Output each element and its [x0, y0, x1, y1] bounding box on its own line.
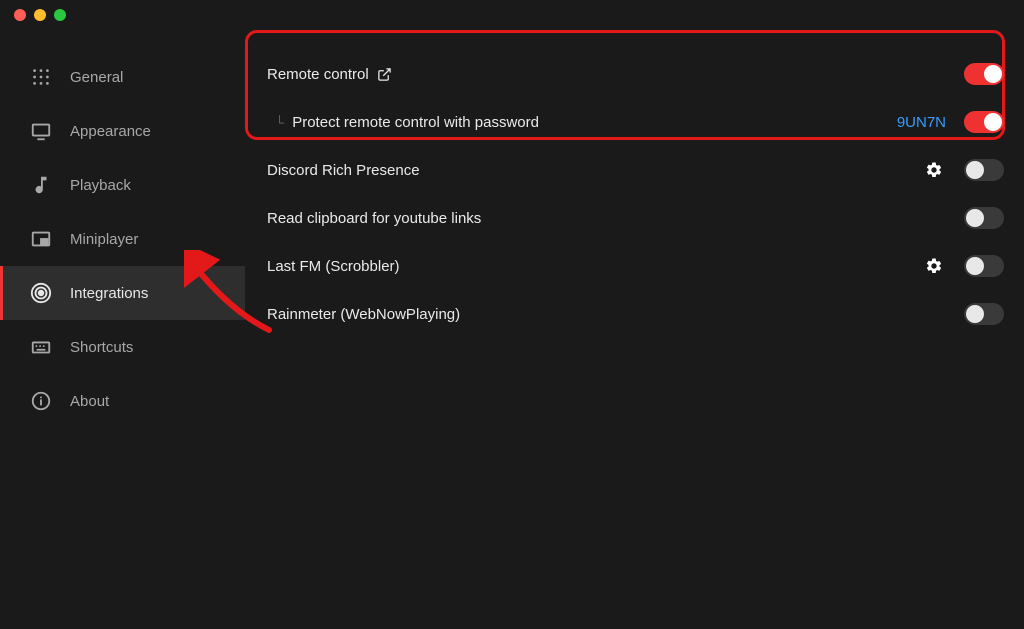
sidebar-item-label: Shortcuts: [70, 339, 133, 356]
setting-label: Remote control: [267, 66, 369, 83]
setting-lastfm: Last FM (Scrobbler): [255, 242, 1006, 290]
sidebar-item-playback[interactable]: Playback: [0, 158, 245, 212]
toggle-remote-control[interactable]: [964, 63, 1004, 85]
toggle-protect-password[interactable]: [964, 111, 1004, 133]
broadcast-icon: [30, 282, 52, 304]
toggle-rainmeter[interactable]: [964, 303, 1004, 325]
sidebar-item-label: Playback: [70, 177, 131, 194]
minimize-window-button[interactable]: [34, 9, 46, 21]
sidebar-item-label: General: [70, 69, 123, 86]
setting-label: Protect remote control with password: [292, 114, 539, 131]
sidebar-item-label: Miniplayer: [70, 231, 138, 248]
settings-content: Remote control └ Protect remote control …: [245, 30, 1024, 629]
setting-discord-presence: Discord Rich Presence: [255, 146, 1006, 194]
sidebar-item-shortcuts[interactable]: Shortcuts: [0, 320, 245, 374]
gear-icon[interactable]: [922, 158, 946, 182]
setting-remote-control: Remote control: [255, 50, 1006, 98]
sidebar-item-general[interactable]: General: [0, 50, 245, 104]
keyboard-icon: [30, 336, 52, 358]
tree-branch-icon: └: [275, 115, 284, 130]
sidebar-item-label: About: [70, 393, 109, 410]
window-titlebar: [0, 0, 1024, 30]
setting-clipboard-links: Read clipboard for youtube links: [255, 194, 1006, 242]
setting-label: Rainmeter (WebNowPlaying): [267, 306, 460, 323]
toggle-discord-presence[interactable]: [964, 159, 1004, 181]
grid-icon: [30, 66, 52, 88]
sidebar-item-appearance[interactable]: Appearance: [0, 104, 245, 158]
setting-label: Read clipboard for youtube links: [267, 210, 481, 227]
setting-rainmeter: Rainmeter (WebNowPlaying): [255, 290, 1006, 338]
miniplayer-icon: [30, 228, 52, 250]
sidebar-item-label: Appearance: [70, 123, 151, 140]
music-note-icon: [30, 174, 52, 196]
toggle-lastfm[interactable]: [964, 255, 1004, 277]
sidebar: General Appearance Playback Miniplayer I: [0, 30, 245, 629]
toggle-clipboard-links[interactable]: [964, 207, 1004, 229]
monitor-icon: [30, 120, 52, 142]
info-icon: [30, 390, 52, 412]
setting-label: Last FM (Scrobbler): [267, 258, 400, 275]
sidebar-item-about[interactable]: About: [0, 374, 245, 428]
setting-label: Discord Rich Presence: [267, 162, 420, 179]
sidebar-item-miniplayer[interactable]: Miniplayer: [0, 212, 245, 266]
password-code[interactable]: 9UN7N: [897, 114, 946, 131]
gear-icon[interactable]: [922, 254, 946, 278]
sidebar-item-integrations[interactable]: Integrations: [0, 266, 245, 320]
external-link-icon[interactable]: [377, 67, 392, 82]
sidebar-item-label: Integrations: [70, 285, 148, 302]
setting-protect-password: └ Protect remote control with password 9…: [255, 98, 1006, 146]
maximize-window-button[interactable]: [54, 9, 66, 21]
close-window-button[interactable]: [14, 9, 26, 21]
